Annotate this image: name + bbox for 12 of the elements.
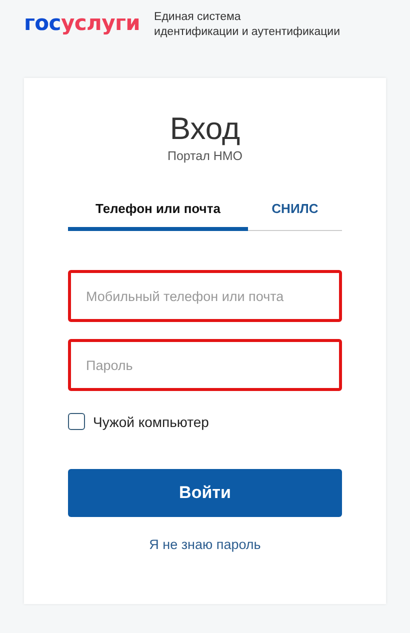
- checkbox-label[interactable]: Чужой компьютер: [93, 414, 209, 430]
- login-button[interactable]: Войти: [68, 469, 342, 517]
- logo: госуслуги: [24, 10, 140, 36]
- input-field[interactable]: Мобильный телефон или почта: [68, 270, 342, 322]
- tab[interactable]: Телефон или почта: [68, 201, 248, 231]
- input-field[interactable]: Пароль: [68, 339, 342, 391]
- tagline: Единая система идентификации и аутентификации: [154, 10, 340, 40]
- login-title: Вход: [170, 110, 240, 148]
- forgot-password-link[interactable]: Я не знаю пароль: [149, 537, 261, 552]
- checkbox[interactable]: [68, 413, 85, 430]
- portal-subtitle: Портал НМО: [167, 149, 243, 163]
- tab[interactable]: СНИЛС: [248, 201, 342, 231]
